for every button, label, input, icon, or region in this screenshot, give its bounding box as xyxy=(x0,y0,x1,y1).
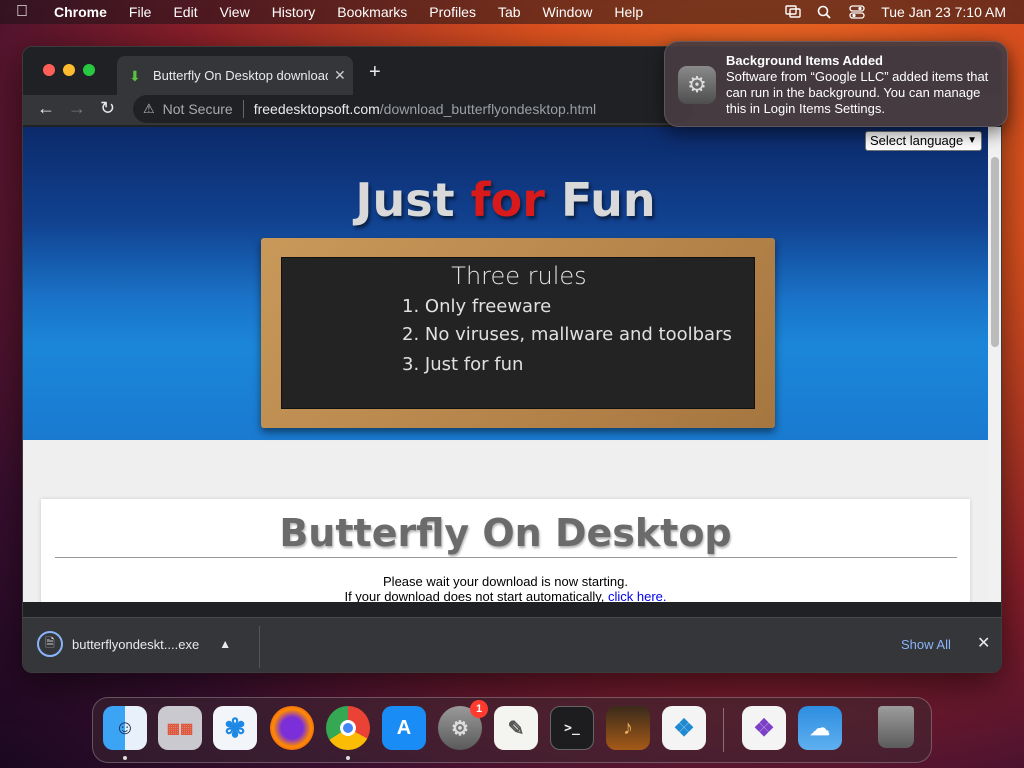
browser-window: ⬇ Butterfly On Desktop download ✕ + ← → … xyxy=(22,46,1002,673)
screen-mirroring-icon[interactable] xyxy=(785,5,801,19)
active-tab[interactable]: ⬇ Butterfly On Desktop download ✕ xyxy=(117,56,353,95)
running-indicator xyxy=(123,756,127,760)
download-arrow-icon: ⬇ xyxy=(129,67,141,84)
running-indicator xyxy=(346,756,350,760)
divider xyxy=(55,557,957,558)
menu-view[interactable]: View xyxy=(220,4,250,20)
language-select-label: Select language xyxy=(870,133,964,148)
terminal-icon[interactable]: >_ xyxy=(550,706,594,750)
close-window-button[interactable] xyxy=(43,64,55,76)
menubar-clock[interactable]: Tue Jan 23 7:10 AM xyxy=(881,4,1006,20)
apple-menu-icon[interactable]:  xyxy=(16,3,38,21)
control-center-icon[interactable] xyxy=(849,5,865,19)
close-shelf-icon[interactable]: ✕ xyxy=(977,633,990,653)
reload-button[interactable]: ↻ xyxy=(100,98,115,119)
show-all-button[interactable]: Show All xyxy=(901,637,951,652)
url-domain[interactable]: freedesktopsoft.com xyxy=(254,101,380,117)
back-button[interactable]: ← xyxy=(37,98,55,119)
menu-chrome[interactable]: Chrome xyxy=(54,4,107,20)
zoom-window-button[interactable] xyxy=(83,64,95,76)
tab-title: Butterfly On Desktop download xyxy=(153,68,328,83)
rule-item: 3. Just for fun xyxy=(402,354,524,375)
notification-title: Background Items Added xyxy=(726,53,883,68)
background-items-notification[interactable]: ⚙ Background Items Added Software from “… xyxy=(664,41,1008,127)
new-tab-button[interactable]: + xyxy=(369,61,381,84)
menu-profiles[interactable]: Profiles xyxy=(429,4,476,20)
download-shelf: 🗎 butterflyondeskt....exe ▲ Show All ✕ xyxy=(23,617,1001,672)
chrome-icon[interactable] xyxy=(326,706,370,750)
language-select[interactable]: Select language ▼ xyxy=(865,131,982,151)
menu-window[interactable]: Window xyxy=(543,4,593,20)
page-title: Butterfly On Desktop xyxy=(279,511,732,555)
spotlight-search-icon[interactable] xyxy=(817,5,833,19)
minimize-window-button[interactable] xyxy=(63,64,75,76)
download-filename[interactable]: butterflyondeskt....exe xyxy=(72,637,199,652)
download-status-text: Please wait your download is now startin… xyxy=(383,574,628,589)
chevron-up-icon[interactable]: ▲ xyxy=(219,637,231,651)
web-page: Just for Fun Select language ▼ Three rul… xyxy=(23,127,988,602)
download-card: Butterfly On Desktop Please wait your do… xyxy=(41,499,970,602)
url-path[interactable]: /download_butterflyondesktop.html xyxy=(380,101,596,117)
shelf-divider xyxy=(259,626,260,668)
omnibox-divider xyxy=(242,100,244,118)
rules-title: Three rules xyxy=(451,262,587,290)
garageband-guitar-icon[interactable]: ♪ xyxy=(606,706,650,750)
finder-icon[interactable]: ☺ xyxy=(103,706,147,750)
hero-title-fun: Fun xyxy=(544,173,656,227)
forward-button[interactable]: → xyxy=(68,98,86,119)
file-icon: 🗎 xyxy=(37,631,63,657)
system-settings-gear-icon: ⚙ xyxy=(678,66,716,104)
download-fallback-text: If your download does not start automati… xyxy=(41,589,970,602)
app-store-icon[interactable]: A xyxy=(382,706,426,750)
address-bar[interactable]: ⚠ Not Secure freedesktopsoft.com/downloa… xyxy=(133,95,693,123)
menu-edit[interactable]: Edit xyxy=(173,4,197,20)
weather-icon[interactable]: ☁ xyxy=(798,706,842,750)
visual-studio-icon[interactable]: ❖ xyxy=(742,706,786,750)
hero-title-just: Just xyxy=(355,173,471,227)
fallback-label: If your download does not start automati… xyxy=(344,589,605,602)
launchpad-icon[interactable]: ▦▦ xyxy=(158,706,202,750)
chalkboard: Three rules 1. Only freeware 2. No virus… xyxy=(281,257,755,409)
download-item[interactable]: 🗎 butterflyondeskt....exe ▲ xyxy=(37,631,231,657)
textedit-icon[interactable]: ✎ xyxy=(494,706,538,750)
close-tab-icon[interactable]: ✕ xyxy=(334,67,346,84)
dock: ☺ ▦▦ ✾ A ⚙ 1 ✎ >_ ♪ ❖ ❖ ☁ xyxy=(92,697,932,763)
menu-bar:  Chrome File Edit View History Bookmark… xyxy=(0,0,1024,24)
hero-title: Just for Fun xyxy=(23,173,988,227)
dock-separator xyxy=(723,708,724,752)
firefox-icon[interactable] xyxy=(270,706,314,750)
vertical-scrollbar-thumb[interactable] xyxy=(991,157,999,347)
rule-item: 1. Only freeware xyxy=(402,296,552,317)
menu-bookmarks[interactable]: Bookmarks xyxy=(337,4,407,20)
safari-icon[interactable]: ✾ xyxy=(213,706,257,750)
chalkboard-frame: Three rules 1. Only freeware 2. No virus… xyxy=(261,238,775,428)
rule-item: 2. No viruses, mallware and toolbars xyxy=(402,324,732,345)
menu-history[interactable]: History xyxy=(272,4,316,20)
menu-file[interactable]: File xyxy=(129,4,152,20)
chevron-down-icon: ▼ xyxy=(967,135,977,146)
menu-tab[interactable]: Tab xyxy=(498,4,521,20)
menu-help[interactable]: Help xyxy=(614,4,643,20)
notification-badge: 1 xyxy=(470,700,488,718)
trash-icon[interactable] xyxy=(878,706,914,748)
not-secure-label[interactable]: Not Secure xyxy=(163,101,233,117)
click-here-link[interactable]: click here. xyxy=(608,589,667,602)
vscode-icon[interactable]: ❖ xyxy=(662,706,706,750)
warning-triangle-icon[interactable]: ⚠ xyxy=(143,101,155,117)
notification-body: Software from “Google LLC” added items t… xyxy=(726,69,989,116)
hero-title-for: for xyxy=(470,173,545,227)
hero-banner: Just for Fun Select language ▼ Three rul… xyxy=(23,127,988,440)
system-settings-icon[interactable]: ⚙ 1 xyxy=(438,700,488,750)
